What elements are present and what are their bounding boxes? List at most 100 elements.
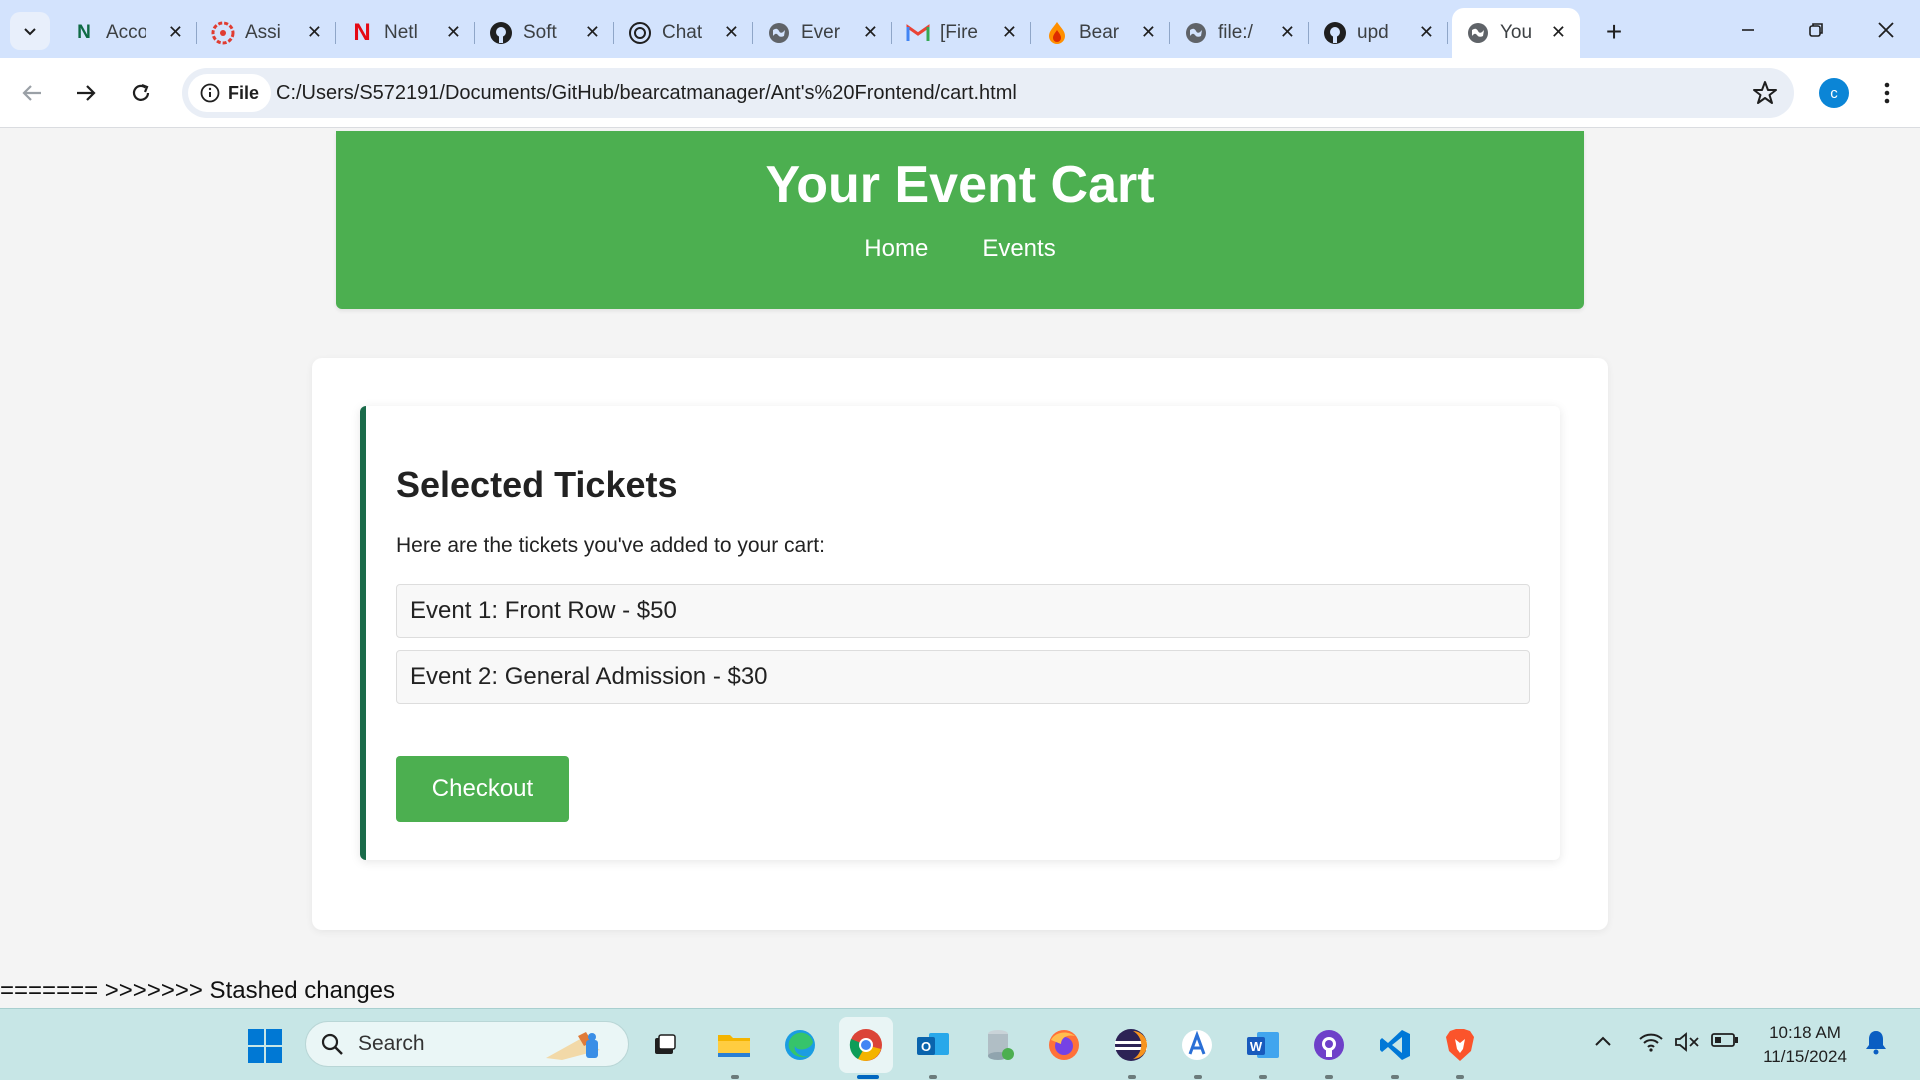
file-explorer-icon[interactable]	[714, 1025, 754, 1065]
profile-avatar[interactable]: c	[1819, 78, 1849, 108]
active-indicator	[857, 1075, 879, 1079]
info-icon	[200, 83, 220, 103]
tab-search-button[interactable]	[10, 12, 50, 50]
browser-tab[interactable]: upd ✕	[1309, 8, 1448, 58]
volume-muted-icon[interactable]	[1674, 1031, 1700, 1059]
browser-tab-active[interactable]: Your ✕	[1452, 8, 1580, 58]
edge-icon[interactable]	[780, 1025, 820, 1065]
tab-title: Soft	[523, 22, 557, 43]
tray-overflow-button[interactable]	[1594, 1031, 1612, 1054]
globe-icon	[767, 21, 791, 45]
word-icon[interactable]: W	[1243, 1025, 1283, 1065]
site-header: Your Event Cart Home Events	[336, 131, 1584, 309]
svg-text:O: O	[921, 1039, 931, 1054]
browser-tab[interactable]: Bear ✕	[1031, 8, 1170, 58]
firefox-icon[interactable]	[1044, 1025, 1084, 1065]
running-indicator	[731, 1075, 739, 1079]
close-icon[interactable]: ✕	[307, 22, 322, 43]
close-icon[interactable]: ✕	[724, 22, 739, 43]
close-window-button[interactable]	[1856, 10, 1916, 50]
notion-n-icon: N	[77, 22, 91, 43]
nav-link-events[interactable]: Events	[982, 235, 1055, 263]
stray-merge-text: ======= >>>>>>> Stashed changes	[0, 977, 396, 1004]
close-icon[interactable]: ✕	[1002, 22, 1017, 43]
search-placeholder: Search	[358, 1032, 425, 1055]
arrow-right-icon	[77, 85, 96, 101]
ticket-item: Event 2: General Admission - $30	[396, 650, 1530, 704]
more-vertical-icon	[1884, 82, 1890, 104]
nav-link-home[interactable]: Home	[864, 235, 928, 263]
restore-button[interactable]	[1786, 10, 1846, 50]
clock-time: 10:18 AM	[1769, 1023, 1841, 1042]
outlook-icon[interactable]: O	[913, 1025, 953, 1065]
tab-title: Ever	[801, 22, 841, 43]
close-icon[interactable]: ✕	[168, 22, 183, 43]
running-indicator	[1194, 1075, 1202, 1079]
browser-tab[interactable]: N Netl ✕	[336, 8, 475, 58]
running-indicator	[1325, 1075, 1333, 1079]
browser-tab[interactable]: Ever ✕	[753, 8, 892, 58]
ticket-list: Event 1: Front Row - $50 Event 2: Genera…	[396, 584, 1530, 716]
globe-icon	[1184, 21, 1208, 45]
tab-title: Your	[1500, 22, 1532, 43]
tab-title: Chat	[662, 22, 702, 43]
reload-icon	[132, 83, 150, 101]
browser-menu-button[interactable]	[1872, 73, 1902, 113]
bookmark-button[interactable]	[1752, 80, 1778, 111]
tab-title: file:/	[1218, 22, 1253, 43]
browser-tab[interactable]: N Acco ✕	[58, 8, 197, 58]
tab-title: [Fire	[940, 22, 978, 43]
address-bar[interactable]: File C:/Users/S572191/Documents/GitHub/b…	[182, 68, 1794, 118]
chevron-down-icon	[24, 28, 36, 36]
close-icon[interactable]: ✕	[863, 22, 878, 43]
github-icon	[489, 21, 513, 45]
minimize-button[interactable]	[1718, 10, 1778, 50]
minimize-icon	[1742, 29, 1754, 31]
start-button[interactable]	[248, 1029, 282, 1063]
battery-icon[interactable]	[1711, 1031, 1739, 1055]
close-icon[interactable]: ✕	[1551, 22, 1566, 43]
checkout-button[interactable]: Checkout	[396, 756, 569, 822]
browser-toolbar: File C:/Users/S572191/Documents/GitHub/b…	[0, 58, 1920, 128]
back-button[interactable]	[12, 73, 52, 113]
chrome-icon[interactable]	[839, 1017, 893, 1073]
url-text[interactable]: C:/Users/S572191/Documents/GitHub/bearca…	[276, 82, 1017, 105]
running-indicator	[1456, 1075, 1464, 1079]
reload-button[interactable]	[121, 73, 161, 113]
close-icon[interactable]: ✕	[1419, 22, 1434, 43]
brave-icon[interactable]	[1440, 1025, 1480, 1065]
browser-tab[interactable]: Assi ✕	[197, 8, 336, 58]
site-info-chip[interactable]: File	[188, 74, 272, 112]
close-icon[interactable]: ✕	[1141, 22, 1156, 43]
browser-tab[interactable]: file:/ ✕	[1170, 8, 1309, 58]
tab-title: Acco	[106, 22, 146, 43]
close-icon[interactable]: ✕	[585, 22, 600, 43]
gmail-icon	[906, 21, 930, 45]
notification-bell-icon[interactable]	[1864, 1029, 1888, 1060]
app-store-icon[interactable]	[1177, 1025, 1217, 1065]
ticket-item: Event 1: Front Row - $50	[396, 584, 1530, 638]
task-view-icon[interactable]	[645, 1025, 685, 1065]
page-title: Your Event Cart	[765, 156, 1155, 214]
chatgpt-icon	[628, 21, 652, 45]
close-icon[interactable]: ✕	[1280, 22, 1295, 43]
forward-button[interactable]	[66, 73, 106, 113]
windows-logo-icon	[248, 1029, 264, 1045]
close-icon[interactable]: ✕	[446, 22, 461, 43]
site-nav: Home Events	[336, 235, 1584, 263]
eclipse-icon[interactable]	[1111, 1025, 1151, 1065]
site-info-label: File	[228, 82, 260, 103]
browser-tab[interactable]: Chat ✕	[614, 8, 753, 58]
new-tab-button[interactable]: +	[1596, 14, 1632, 50]
browser-tab[interactable]: [Fire ✕	[892, 8, 1031, 58]
vscode-icon[interactable]	[1375, 1025, 1415, 1065]
browser-tab[interactable]: Soft ✕	[475, 8, 614, 58]
taskbar-search[interactable]: Search	[305, 1021, 629, 1067]
search-icon	[321, 1033, 343, 1055]
cart-section: Selected Tickets Here are the tickets yo…	[360, 406, 1560, 860]
wifi-icon[interactable]	[1638, 1031, 1664, 1059]
github-desktop-icon[interactable]	[1309, 1025, 1349, 1065]
database-icon[interactable]	[980, 1025, 1020, 1065]
system-clock[interactable]: 10:18 AM 11/15/2024	[1752, 1021, 1858, 1069]
taskbar: Search O W 10:18 AM 11/15/2024	[0, 1008, 1920, 1080]
